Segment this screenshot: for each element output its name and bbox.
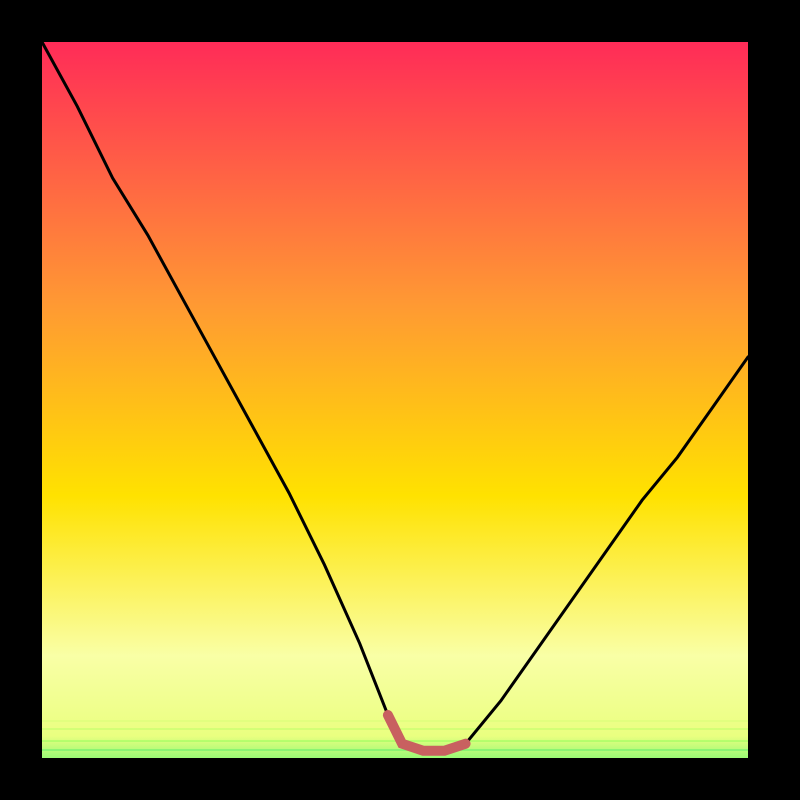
chart-root: TheBottleneck.com — [0, 0, 800, 800]
plateau-highlight — [0, 0, 800, 800]
watermark-text: TheBottleneck.com — [616, 4, 792, 27]
plateau-path — [388, 715, 466, 751]
